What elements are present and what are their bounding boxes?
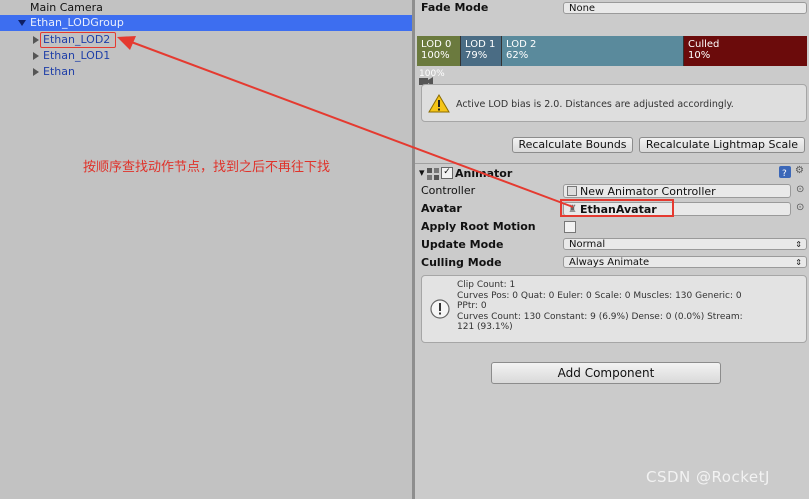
help-book-icon[interactable]: ? — [779, 166, 791, 178]
dropdown-arrow-icon: ⇕ — [795, 240, 802, 249]
object-picker-icon[interactable]: ⊙ — [796, 202, 804, 213]
info-line: 121 (93.1%) — [457, 322, 513, 332]
lod-segment-culled[interactable]: Culled 10% — [683, 36, 807, 66]
culling-mode-label: Culling Mode — [421, 256, 502, 269]
lod-segment-percent: 100% — [421, 50, 450, 61]
controller-field[interactable]: New Animator Controller — [563, 184, 791, 198]
lod-segment-percent: 79% — [465, 50, 488, 61]
add-component-button[interactable]: Add Component — [491, 362, 721, 384]
culling-mode-value: Always Animate — [569, 257, 650, 268]
animator-info-box: Clip Count: 1 Curves Pos: 0 Quat: 0 Eule… — [421, 275, 807, 343]
collapse-arrow-icon[interactable] — [33, 36, 39, 44]
avatar-label: Avatar — [421, 202, 462, 215]
svg-text:?: ? — [782, 169, 787, 178]
hierarchy-item-ethan-lod1[interactable]: Ethan_LOD1 — [0, 48, 412, 64]
lod-segment-2[interactable]: LOD 2 62% — [501, 36, 683, 66]
recalculate-lightmap-scale-button[interactable]: Recalculate Lightmap Scale — [639, 137, 805, 153]
hierarchy-panel: Main Camera Ethan_LODGroup Ethan_LOD2 Et… — [0, 0, 412, 499]
gear-icon[interactable]: ⚙ — [795, 165, 804, 176]
apply-root-motion-checkbox[interactable] — [564, 221, 576, 233]
annotation-highlight-box — [560, 199, 674, 217]
hierarchy-item-label: Ethan — [43, 65, 75, 78]
lod-segment-1[interactable]: LOD 1 79% — [460, 36, 501, 66]
watermark: CSDN @RocketJ — [646, 468, 770, 486]
collapse-arrow-icon[interactable] — [33, 52, 39, 60]
controller-value: New Animator Controller — [580, 185, 716, 198]
lod-segment-name: LOD 2 — [506, 39, 537, 50]
lod-segment-name: Culled — [688, 39, 720, 50]
warning-text: Active LOD bias is 2.0. Distances are ad… — [456, 99, 734, 110]
hierarchy-item-ethan-lodgroup[interactable]: Ethan_LODGroup — [0, 15, 412, 31]
collapse-arrow-icon[interactable]: ▾ — [419, 166, 425, 179]
lod-segment-name: LOD 1 — [465, 39, 496, 50]
fade-mode-label: Fade Mode — [421, 1, 489, 14]
update-mode-dropdown[interactable]: Normal ⇕ — [563, 238, 807, 250]
expand-arrow-icon[interactable] — [18, 20, 26, 26]
hierarchy-item-label: Ethan_LOD1 — [43, 49, 111, 62]
warning-icon — [428, 94, 450, 113]
apply-root-motion-label: Apply Root Motion — [421, 220, 536, 233]
culling-mode-dropdown[interactable]: Always Animate ⇕ — [563, 256, 807, 268]
info-icon — [430, 299, 450, 319]
recalculate-bounds-button[interactable]: Recalculate Bounds — [512, 137, 633, 153]
annotation-highlight-box — [40, 32, 116, 48]
animator-title: Animator — [455, 167, 513, 180]
hierarchy-item-ethan[interactable]: Ethan — [0, 64, 412, 80]
fade-mode-value: None — [569, 3, 596, 14]
fade-mode-dropdown[interactable]: None — [563, 2, 807, 14]
annotation-text: 按顺序查找动作节点，找到之后不再往下找 — [83, 160, 331, 175]
animator-component-icon — [427, 168, 439, 180]
inspector-panel: Fade Mode None LOD 0 100% LOD 1 79% LOD … — [415, 0, 809, 499]
update-mode-value: Normal — [569, 239, 606, 250]
hierarchy-item-main-camera[interactable]: Main Camera — [0, 0, 412, 16]
update-mode-label: Update Mode — [421, 238, 504, 251]
info-line: PPtr: 0 — [457, 301, 487, 311]
lod-segment-name: LOD 0 — [421, 39, 452, 50]
controller-label: Controller — [421, 184, 476, 197]
collapse-arrow-icon[interactable] — [33, 68, 39, 76]
dropdown-arrow-icon: ⇕ — [795, 258, 802, 267]
lod-segment-percent: 62% — [506, 50, 529, 61]
lod-bias-warning: Active LOD bias is 2.0. Distances are ad… — [421, 84, 807, 122]
info-line: Curves Pos: 0 Quat: 0 Euler: 0 Scale: 0 … — [457, 290, 742, 301]
object-picker-icon[interactable]: ⊙ — [796, 184, 804, 195]
lod-segment-0[interactable]: LOD 0 100% — [417, 36, 460, 66]
animator-enabled-checkbox[interactable]: ✓ — [441, 167, 453, 179]
hierarchy-item-label: Main Camera — [30, 1, 103, 14]
animator-controller-icon — [567, 186, 577, 196]
info-line: Curves Count: 130 Constant: 9 (6.9%) Den… — [457, 311, 743, 322]
info-line: Clip Count: 1 — [457, 280, 516, 290]
hierarchy-item-label: Ethan_LODGroup — [30, 16, 124, 29]
component-separator — [415, 163, 809, 164]
lod-segment-percent: 10% — [688, 50, 711, 61]
